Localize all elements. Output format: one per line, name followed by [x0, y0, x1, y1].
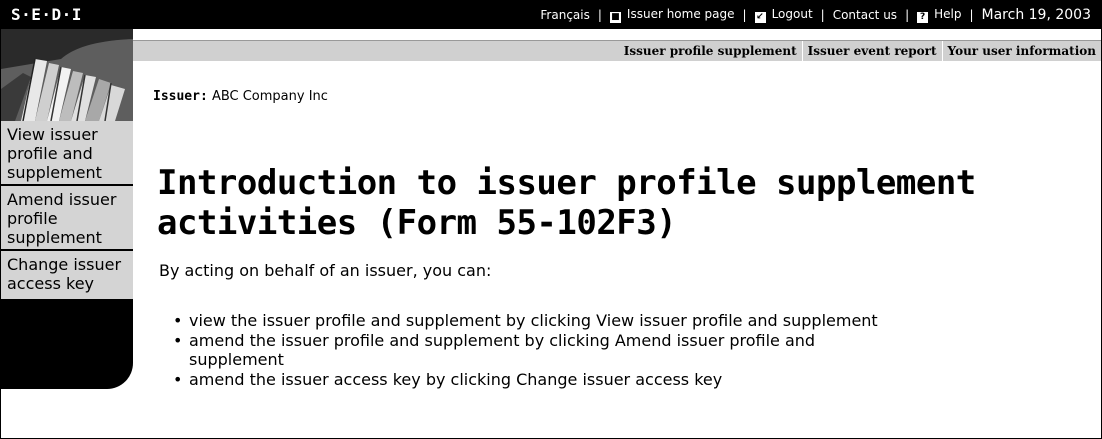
tab-issuer-profile-supplement[interactable]: Issuer profile supplement — [619, 44, 802, 58]
tab-bar: Issuer profile supplement Issuer event r… — [133, 40, 1101, 63]
header-photo — [1, 29, 133, 121]
tabs: Issuer profile supplement Issuer event r… — [619, 41, 1101, 61]
intro-text: By acting on behalf of an issuer, you ca… — [159, 261, 492, 280]
francais-link[interactable]: Français — [540, 8, 589, 22]
help-label: Help — [934, 7, 962, 21]
list-item: view the issuer profile and supplement b… — [171, 311, 891, 330]
top-links: Français | ■ Issuer home page | ↙ Logout |… — [540, 1, 1091, 29]
issuer-home-link[interactable]: ■ Issuer home page — [609, 7, 735, 23]
logout-label: Logout — [771, 7, 813, 21]
list-item: amend the issuer profile and supplement … — [171, 331, 891, 369]
sidebar-item-change-access-key[interactable]: Change issuer access key — [1, 251, 133, 299]
issuer-home-label: Issuer home page — [626, 7, 735, 21]
left-panel: View issuer profile and supplement Amend… — [1, 29, 133, 389]
issuer-name: ABC Company Inc — [211, 89, 328, 104]
sidebar-nav: View issuer profile and supplement Amend… — [1, 121, 133, 299]
help-link[interactable]: ? Help — [917, 7, 961, 23]
current-date: March 19, 2003 — [981, 7, 1091, 23]
binders-photo-image — [1, 29, 133, 121]
separator: | — [905, 8, 910, 22]
separator: | — [969, 8, 974, 22]
sidebar-item-view-profile[interactable]: View issuer profile and supplement — [1, 121, 133, 186]
help-icon: ? — [917, 12, 929, 23]
issuer-label: Issuer: — [153, 89, 208, 104]
activity-list: view the issuer profile and supplement b… — [171, 311, 891, 390]
tab-your-user-information[interactable]: Your user information — [943, 44, 1101, 58]
issuer-line: Issuer: ABC Company Inc — [153, 89, 328, 104]
sidebar-item-amend-profile[interactable]: Amend issuer profile supplement — [1, 186, 133, 251]
contact-link[interactable]: Contact us — [833, 8, 897, 22]
home-icon: ■ — [609, 12, 621, 23]
top-bar: S·E·D·I Français | ■ Issuer home page | ↙… — [1, 1, 1101, 29]
page-frame: S·E·D·I Français | ■ Issuer home page | ↙… — [0, 0, 1102, 439]
sedi-logo: S·E·D·I — [11, 5, 82, 24]
separator: | — [820, 8, 825, 22]
separator: | — [597, 8, 602, 22]
logout-link[interactable]: ↙ Logout — [754, 7, 813, 23]
list-item: amend the issuer access key by clicking … — [171, 370, 891, 389]
tab-issuer-event-report[interactable]: Issuer event report — [803, 44, 942, 58]
page-title: Introduction to issuer profile supplemen… — [157, 163, 976, 243]
separator: | — [742, 8, 747, 22]
logout-icon: ↙ — [754, 12, 766, 23]
